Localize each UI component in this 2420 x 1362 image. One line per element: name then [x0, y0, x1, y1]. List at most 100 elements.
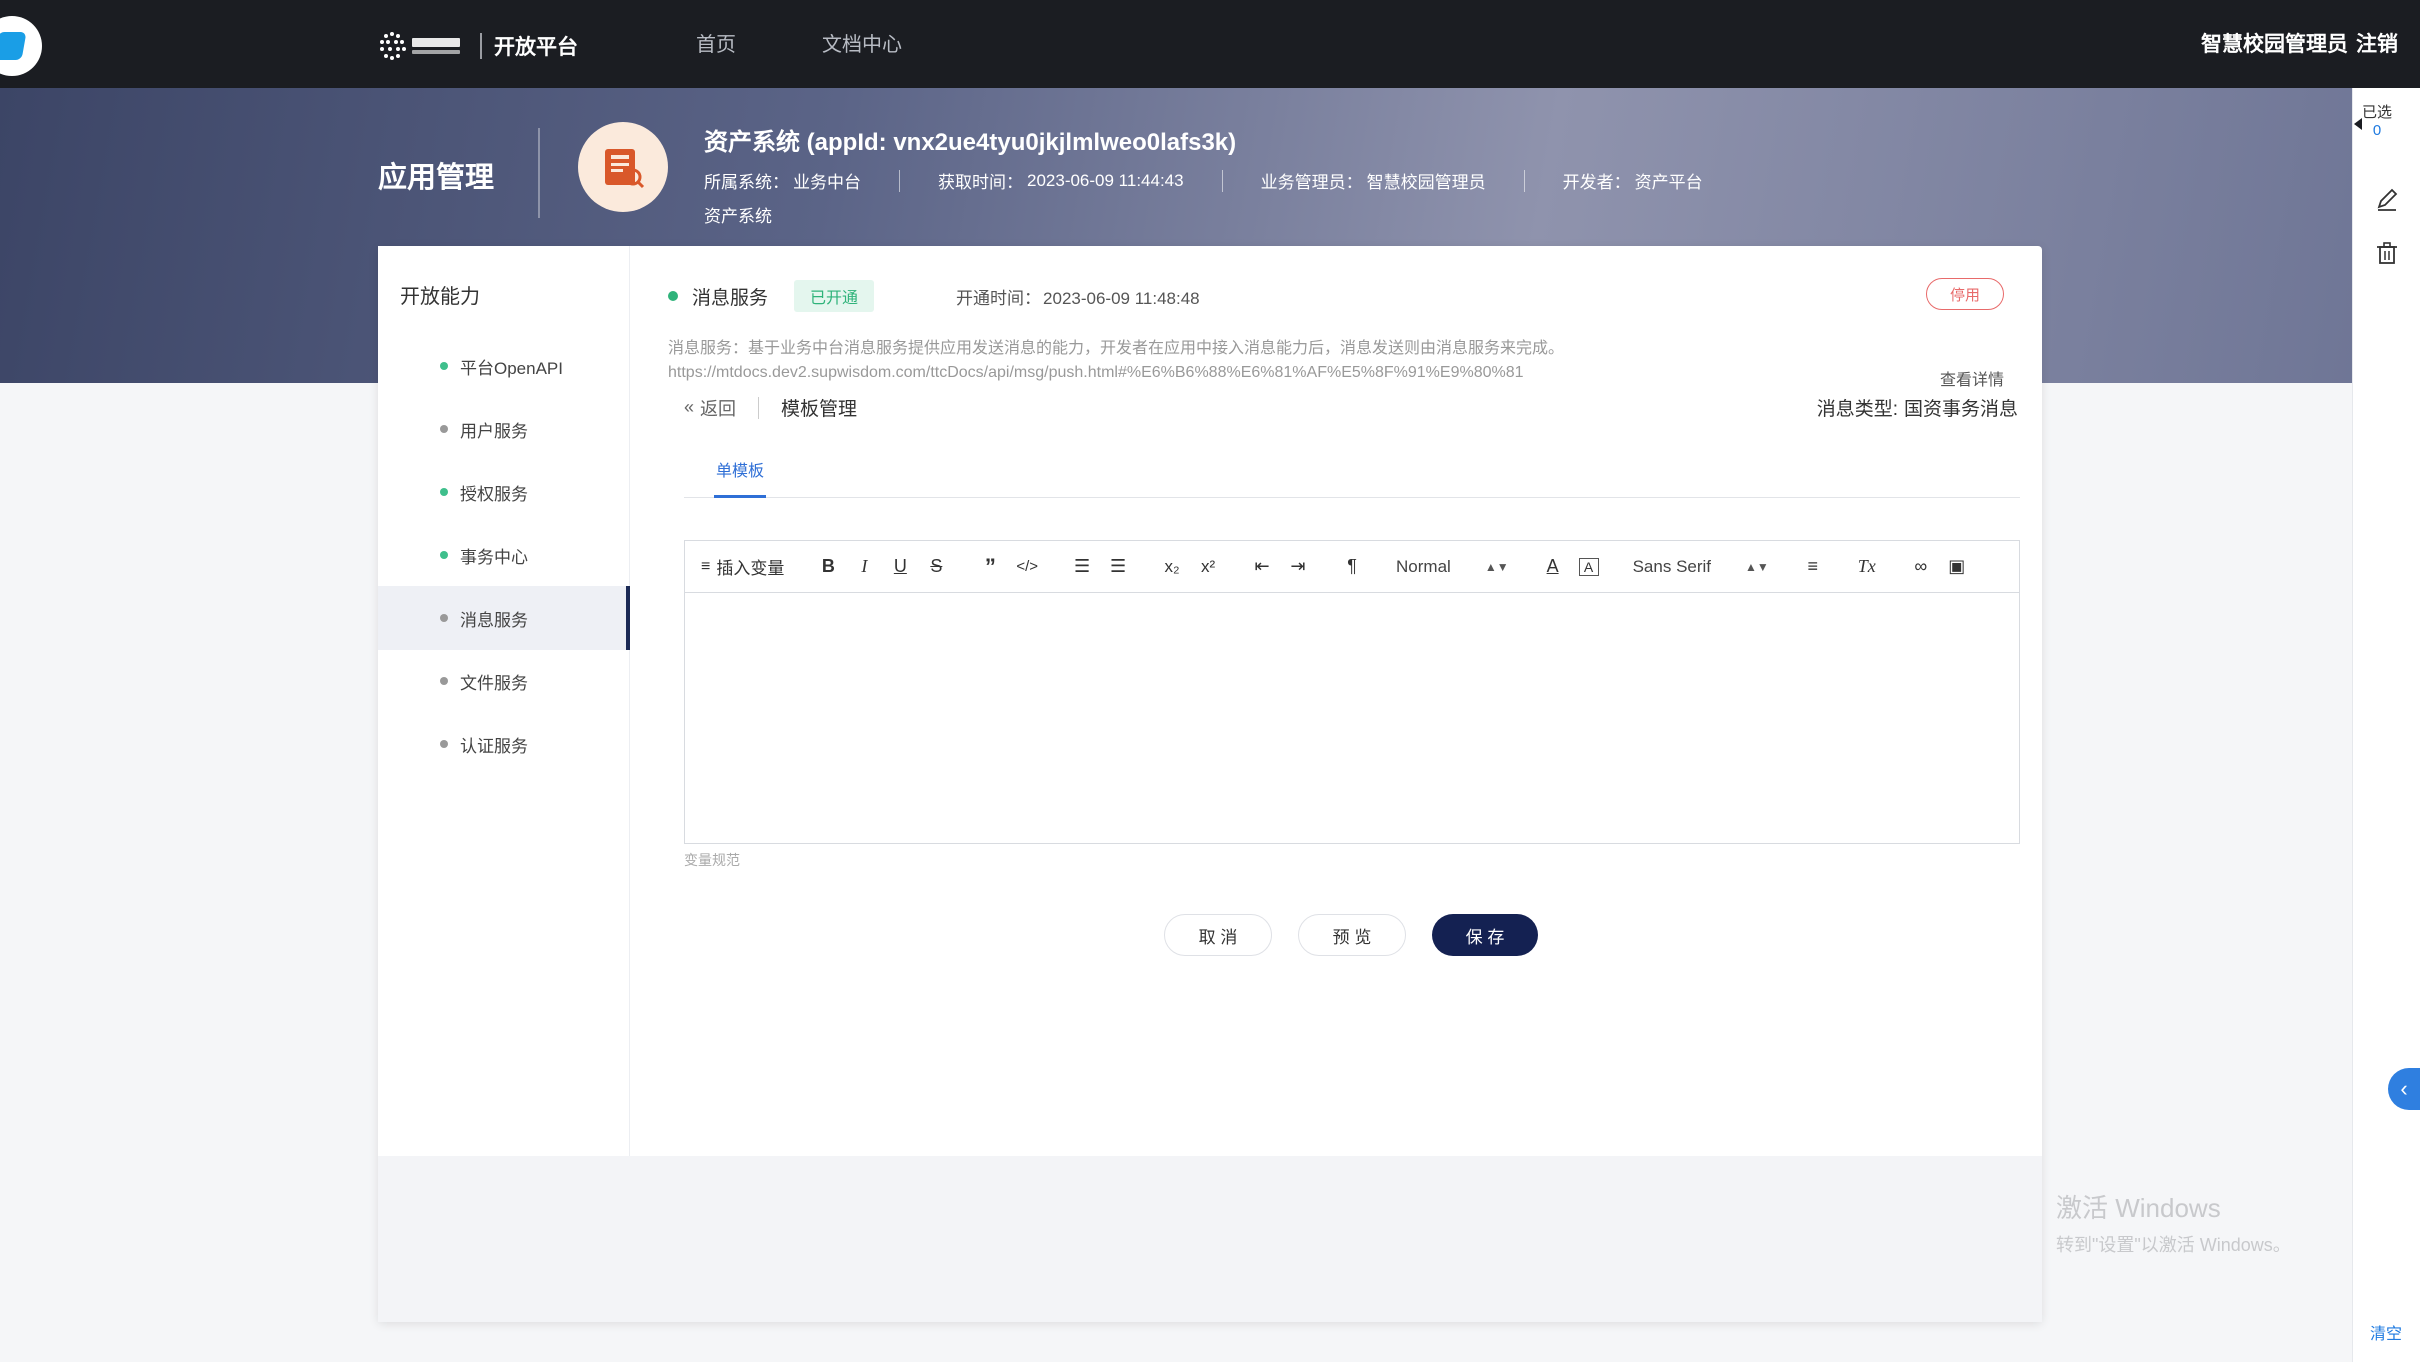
sidebar-item-identity-service[interactable]: 认证服务 [378, 712, 630, 776]
meta-divider [1523, 169, 1525, 192]
sidebar-item-openapi[interactable]: 平台OpenAPI [378, 334, 630, 398]
menu-icon: ≡ [701, 557, 711, 575]
status-dot [440, 425, 448, 433]
brand[interactable]: 开放平台 [376, 26, 578, 66]
preview-button[interactable]: 预 览 [1298, 914, 1406, 956]
app-name: 资产系统 (appId: vnx2ue4tyu0jkjlmlweo0lafs3k… [704, 129, 1237, 156]
capability-sidebar: 开放能力 平台OpenAPI 用户服务 授权服务 事务中心 消息服务 文件服务 … [378, 246, 630, 1156]
open-time: 开通时间： 2023-06-09 11:48:48 [956, 288, 1200, 308]
logout-link[interactable]: 注销 [2356, 28, 2398, 58]
template-tabs: 单模板 [684, 456, 2020, 498]
hero-divider [538, 128, 540, 218]
service-description: 消息服务：基于业务中台消息服务提供应用发送消息的能力，开发者在应用中接入消息能力… [668, 340, 1565, 357]
selected-counter[interactable]: 已选 0 [2354, 104, 2392, 140]
ordered-list-icon[interactable]: ☰ [1072, 556, 1092, 577]
sidebar-title: 开放能力 [400, 286, 480, 308]
rich-text-editor: ≡ 插入变量 B I U S ” </> ☰ ☰ x₂ x² ⇤ ⇥ ¶ Norm… [684, 540, 2020, 844]
meta-divider [1221, 169, 1223, 192]
cancel-button[interactable]: 取 消 [1164, 914, 1272, 956]
nav-docs[interactable]: 文档中心 [822, 28, 902, 57]
sidebar-item-affairs-center[interactable]: 事务中心 [378, 523, 630, 587]
edit-icon[interactable] [2374, 186, 2400, 212]
blockquote-icon[interactable]: ” [980, 554, 1000, 580]
page-title: 应用管理 [378, 162, 495, 194]
text-direction-icon[interactable]: ¶ [1342, 556, 1362, 577]
nav-home[interactable]: 首页 [696, 28, 736, 57]
double-chevron-left-icon: « [684, 397, 695, 417]
view-details-link[interactable]: 查看详情 [1940, 366, 2004, 390]
status-dot [440, 551, 448, 559]
app-launcher-logo[interactable] [0, 16, 42, 76]
top-navbar: 开放平台 首页 文档中心 智慧校园管理员 注销 [0, 0, 2420, 88]
template-management-title: 模板管理 [781, 399, 858, 420]
sidebar-item-user-service[interactable]: 用户服务 [378, 397, 630, 461]
user-name[interactable]: 智慧校园管理员 [2201, 28, 2348, 58]
side-toolbar [2352, 88, 2420, 1362]
app-meta: 所属系统： 业务中台 获取时间： 2023-06-09 11:44:43 业务管理员… [704, 168, 1703, 193]
card-footer-area [378, 1156, 2042, 1322]
sidebar-item-file-service[interactable]: 文件服务 [378, 649, 630, 713]
meta-developer: 开发者： 资产平台 [1562, 173, 1703, 192]
service-name: 消息服务 [692, 287, 769, 309]
status-badge: 已开通 [794, 280, 875, 312]
font-family-select[interactable]: Sans Serif ▲▼ [1633, 557, 1769, 577]
service-content: 消息服务 已开通 开通时间： 2023-06-09 11:48:48 停用 消息服… [630, 246, 2042, 1156]
status-dot [440, 362, 448, 370]
windows-activation-watermark: 激活 Windows 转到"设置"以激活 Windows。 [2056, 1193, 2291, 1255]
select-caret-icon: ▲▼ [1745, 559, 1769, 574]
meta-divider [899, 169, 900, 192]
heading-select[interactable]: Normal ▲▼ [1396, 557, 1509, 577]
breadcrumb: «返回 模板管理 [684, 394, 857, 421]
meta-business-admin: 业务管理员： 智慧校园管理员 [1260, 173, 1486, 192]
select-caret-icon: ▲▼ [1484, 559, 1509, 574]
underline-icon[interactable]: U [890, 556, 910, 577]
logo-mark-icon [0, 32, 27, 60]
editor-toolbar: ≡ 插入变量 B I U S ” </> ☰ ☰ x₂ x² ⇤ ⇥ ¶ Norm… [685, 541, 2019, 593]
status-dot [440, 488, 448, 496]
indent-icon[interactable]: ⇥ [1288, 556, 1308, 577]
disable-button[interactable]: 停用 [1926, 278, 2004, 310]
clear-format-icon[interactable]: Tx [1857, 556, 1877, 577]
link-icon[interactable]: ∞ [1911, 556, 1931, 577]
main-card: 开放能力 平台OpenAPI 用户服务 授权服务 事务中心 消息服务 文件服务 … [378, 246, 2042, 1322]
meta-system: 所属系统： 业务中台 [704, 173, 861, 192]
message-type: 消息类型: 国资事务消息 [1816, 399, 2018, 420]
sidebar-item-auth-service[interactable]: 授权服务 [378, 460, 630, 524]
superscript-icon[interactable]: x² [1198, 557, 1218, 577]
doc-url-link[interactable]: https://mtdocs.dev2.supwisdom.com/ttcDoc… [668, 364, 1524, 382]
app-icon [578, 122, 668, 212]
status-dot [668, 291, 678, 301]
brand-title: 开放平台 [494, 36, 578, 59]
bullet-list-icon[interactable]: ☰ [1108, 556, 1128, 577]
meta-acquired-time: 获取时间： 2023-06-09 11:44:43 [938, 170, 1184, 193]
outdent-icon[interactable]: ⇤ [1252, 556, 1272, 577]
bold-icon[interactable]: B [818, 556, 838, 577]
font-color-icon[interactable]: A [1543, 556, 1563, 577]
variable-spec-link[interactable]: 变量规范 [684, 850, 740, 870]
tab-single-template[interactable]: 单模板 [714, 456, 767, 498]
status-dot [440, 614, 448, 622]
caret-left-icon [2354, 118, 2362, 130]
strikethrough-icon[interactable]: S [926, 556, 946, 577]
service-header: 消息服务 已开通 开通时间： 2023-06-09 11:48:48 [668, 280, 1200, 312]
status-dot [440, 677, 448, 685]
image-icon[interactable]: ▣ [1947, 556, 1967, 577]
editor-content-area[interactable] [685, 593, 2019, 843]
status-dot [440, 740, 448, 748]
back-link[interactable]: «返回 [684, 395, 736, 421]
brand-logo-icon [376, 28, 468, 64]
italic-icon[interactable]: I [854, 556, 874, 577]
meta-second-line: 资产系统 [704, 207, 772, 226]
sidebar-item-message-service[interactable]: 消息服务 [378, 586, 630, 650]
code-block-icon[interactable]: </> [1016, 558, 1038, 575]
clear-selection-link[interactable]: 清空 [2370, 1320, 2402, 1344]
insert-variable-button[interactable]: ≡ 插入变量 [701, 554, 784, 579]
subscript-icon[interactable]: x₂ [1162, 557, 1182, 577]
background-color-icon[interactable]: A [1578, 557, 1599, 576]
align-icon[interactable]: ≡ [1803, 556, 1823, 577]
breadcrumb-divider [758, 396, 760, 419]
form-actions: 取 消 预 览 保 存 [630, 914, 2042, 958]
brand-divider [480, 33, 482, 59]
trash-icon[interactable] [2374, 240, 2400, 266]
save-button[interactable]: 保 存 [1432, 914, 1538, 956]
